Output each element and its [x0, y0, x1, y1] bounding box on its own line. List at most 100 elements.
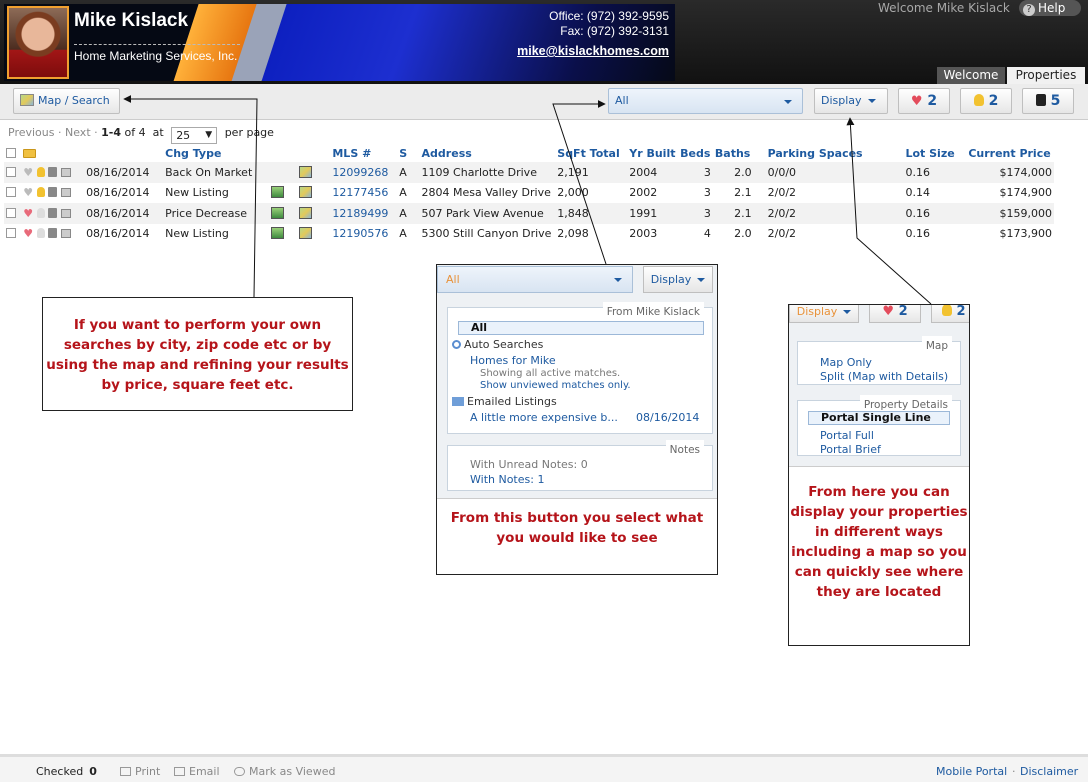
row-checkbox[interactable] — [4, 224, 21, 245]
per-page-select[interactable]: 25 ▼ — [171, 127, 218, 144]
table-row[interactable]: ♥ 08/16/2014 Back On Market 12099268 A 1… — [4, 162, 1054, 183]
office-phone: Office: (972) 392-9595 — [549, 9, 669, 23]
menu-item-portal-full[interactable]: Portal Full — [820, 429, 874, 442]
chevron-down-icon — [784, 100, 792, 104]
row-price: $173,900 — [999, 227, 1053, 241]
col-address[interactable]: Address — [420, 145, 556, 162]
menu-item-emailed[interactable]: A little more expensive b... — [470, 411, 618, 424]
menu-item-map-only[interactable]: Map Only — [820, 356, 872, 369]
note-icon[interactable] — [60, 208, 71, 218]
filter-select[interactable]: All — [608, 88, 803, 114]
heart-icon[interactable]: ♥ — [23, 227, 33, 240]
row-lot: 0.16 — [903, 203, 967, 224]
magnifier-icon — [452, 340, 461, 349]
print-button[interactable]: Print — [120, 765, 160, 778]
col-parking[interactable]: Parking Spaces — [766, 145, 904, 162]
row-price: $174,900 — [999, 186, 1053, 200]
inset-display-button[interactable]: Display — [643, 266, 713, 293]
row-photo — [268, 162, 297, 183]
row-address: 1109 Charlotte Drive — [419, 162, 556, 183]
row-sqft: 2,098 — [557, 227, 589, 241]
heart-icon[interactable]: ♥ — [23, 166, 33, 179]
lightbulb-icon[interactable] — [36, 207, 45, 218]
mls-link[interactable]: 12177456 — [332, 186, 388, 199]
email-button[interactable]: Email — [174, 765, 220, 778]
note-icon[interactable] — [60, 167, 71, 177]
col-chg-type[interactable]: Chg Type — [163, 145, 268, 162]
listings-table: Chg Type MLS # S Address SqFt Total Yr B… — [4, 145, 1054, 244]
inset-favorites-count: 2 — [898, 305, 908, 319]
mls-link[interactable]: 12190576 — [332, 227, 388, 240]
trash-icon[interactable] — [48, 228, 58, 239]
callout-display-text: From here you can display your propertie… — [790, 484, 968, 600]
mobile-portal-link[interactable]: Mobile Portal — [936, 765, 1007, 778]
menu-item-portal-brief[interactable]: Portal Brief — [820, 443, 881, 456]
menu-item-all[interactable]: All — [458, 321, 704, 335]
col-beds[interactable]: Beds — [678, 145, 713, 162]
trash-icon[interactable] — [48, 166, 58, 177]
col-baths[interactable]: Baths — [713, 145, 766, 162]
trash-icon[interactable] — [48, 207, 58, 218]
row-date: 08/16/2014 — [84, 162, 164, 183]
row-photo[interactable] — [269, 183, 297, 204]
col-yr-built[interactable]: Yr Built — [627, 145, 678, 162]
inset-display-button[interactable]: Display — [789, 305, 859, 323]
heart-icon[interactable]: ♥ — [23, 186, 33, 199]
row-checkbox[interactable] — [4, 203, 22, 224]
menu-item-unread-notes[interactable]: With Unread Notes: 0 — [470, 458, 588, 471]
lightbulb-icon — [973, 94, 984, 106]
show-unviewed-link[interactable]: Show unviewed matches only. — [480, 379, 631, 392]
lightbulb-icon[interactable] — [36, 187, 45, 198]
help-button[interactable]: ? Help — [1019, 0, 1081, 16]
display-button[interactable]: Display — [814, 88, 888, 114]
col-mls[interactable]: MLS # — [330, 145, 397, 162]
row-photo[interactable] — [268, 203, 297, 224]
menu-item-single-line[interactable]: Portal Single Line — [808, 411, 950, 425]
col-sqft[interactable]: SqFt Total — [555, 145, 627, 162]
table-row[interactable]: ♥ 08/16/2014 Price Decrease 12189499 A 5… — [4, 203, 1054, 224]
row-map[interactable] — [297, 224, 330, 245]
trash-button[interactable]: 5 — [1022, 88, 1074, 114]
disclaimer-link[interactable]: Disclaimer — [1020, 765, 1078, 778]
heart-icon[interactable]: ♥ — [23, 207, 33, 220]
col-price[interactable]: Current Price — [966, 145, 1054, 162]
tab-welcome[interactable]: Welcome — [937, 67, 1005, 84]
checkbox-icon — [6, 228, 16, 239]
row-map[interactable] — [296, 203, 331, 224]
lightbulb-icon[interactable] — [36, 166, 45, 177]
mls-link[interactable]: 12189499 — [332, 207, 388, 220]
possibilities-button[interactable]: 2 — [960, 88, 1012, 114]
table-row[interactable]: ♥ 08/16/2014 New Listing 12190576 A 5300… — [4, 224, 1054, 245]
row-map[interactable] — [296, 162, 331, 183]
menu-item-with-notes[interactable]: With Notes: 1 — [470, 473, 544, 486]
trash-icon[interactable] — [48, 187, 58, 198]
mls-link[interactable]: 12099268 — [332, 166, 388, 179]
row-checkbox[interactable] — [4, 183, 21, 204]
menu-item-homes-for[interactable]: Homes for Mike — [470, 354, 556, 367]
menu-item-split[interactable]: Split (Map with Details) — [820, 370, 948, 383]
lightbulb-icon[interactable] — [36, 228, 45, 239]
footer-bar: Checked 0 Print Email Mark as Viewed Mobi… — [0, 754, 1088, 782]
tab-properties[interactable]: Properties — [1007, 67, 1085, 84]
inset-favorites-button[interactable]: ♥ 2 — [869, 305, 921, 323]
inset-filter-select[interactable]: All — [437, 266, 633, 293]
row-checkbox[interactable] — [4, 162, 22, 183]
inset-possibilities-button[interactable]: 2 — [931, 305, 969, 323]
col-lot-size[interactable]: Lot Size — [903, 145, 966, 162]
note-icon[interactable] — [60, 229, 71, 239]
col-status[interactable]: S — [397, 145, 419, 162]
favorites-count: 2 — [927, 93, 938, 109]
row-photo[interactable] — [269, 224, 297, 245]
map-search-button[interactable]: Map / Search — [13, 88, 120, 114]
mark-viewed-button[interactable]: Mark as Viewed — [234, 765, 335, 778]
fax-number: Fax: (972) 392-3131 — [560, 24, 669, 38]
select-all-checkbox[interactable] — [4, 145, 21, 162]
notes-panel: Notes With Unread Notes: 0 With Notes: 1 — [447, 440, 713, 491]
next-link[interactable]: Next — [65, 126, 91, 139]
note-icon[interactable] — [60, 188, 71, 198]
previous-link[interactable]: Previous — [8, 126, 55, 139]
favorites-button[interactable]: ♥ 2 — [898, 88, 950, 114]
agent-email-link[interactable]: mike@kislackhomes.com — [517, 44, 669, 59]
table-row[interactable]: ♥ 08/16/2014 New Listing 12177456 A 2804… — [4, 183, 1054, 204]
row-map[interactable] — [297, 183, 330, 204]
